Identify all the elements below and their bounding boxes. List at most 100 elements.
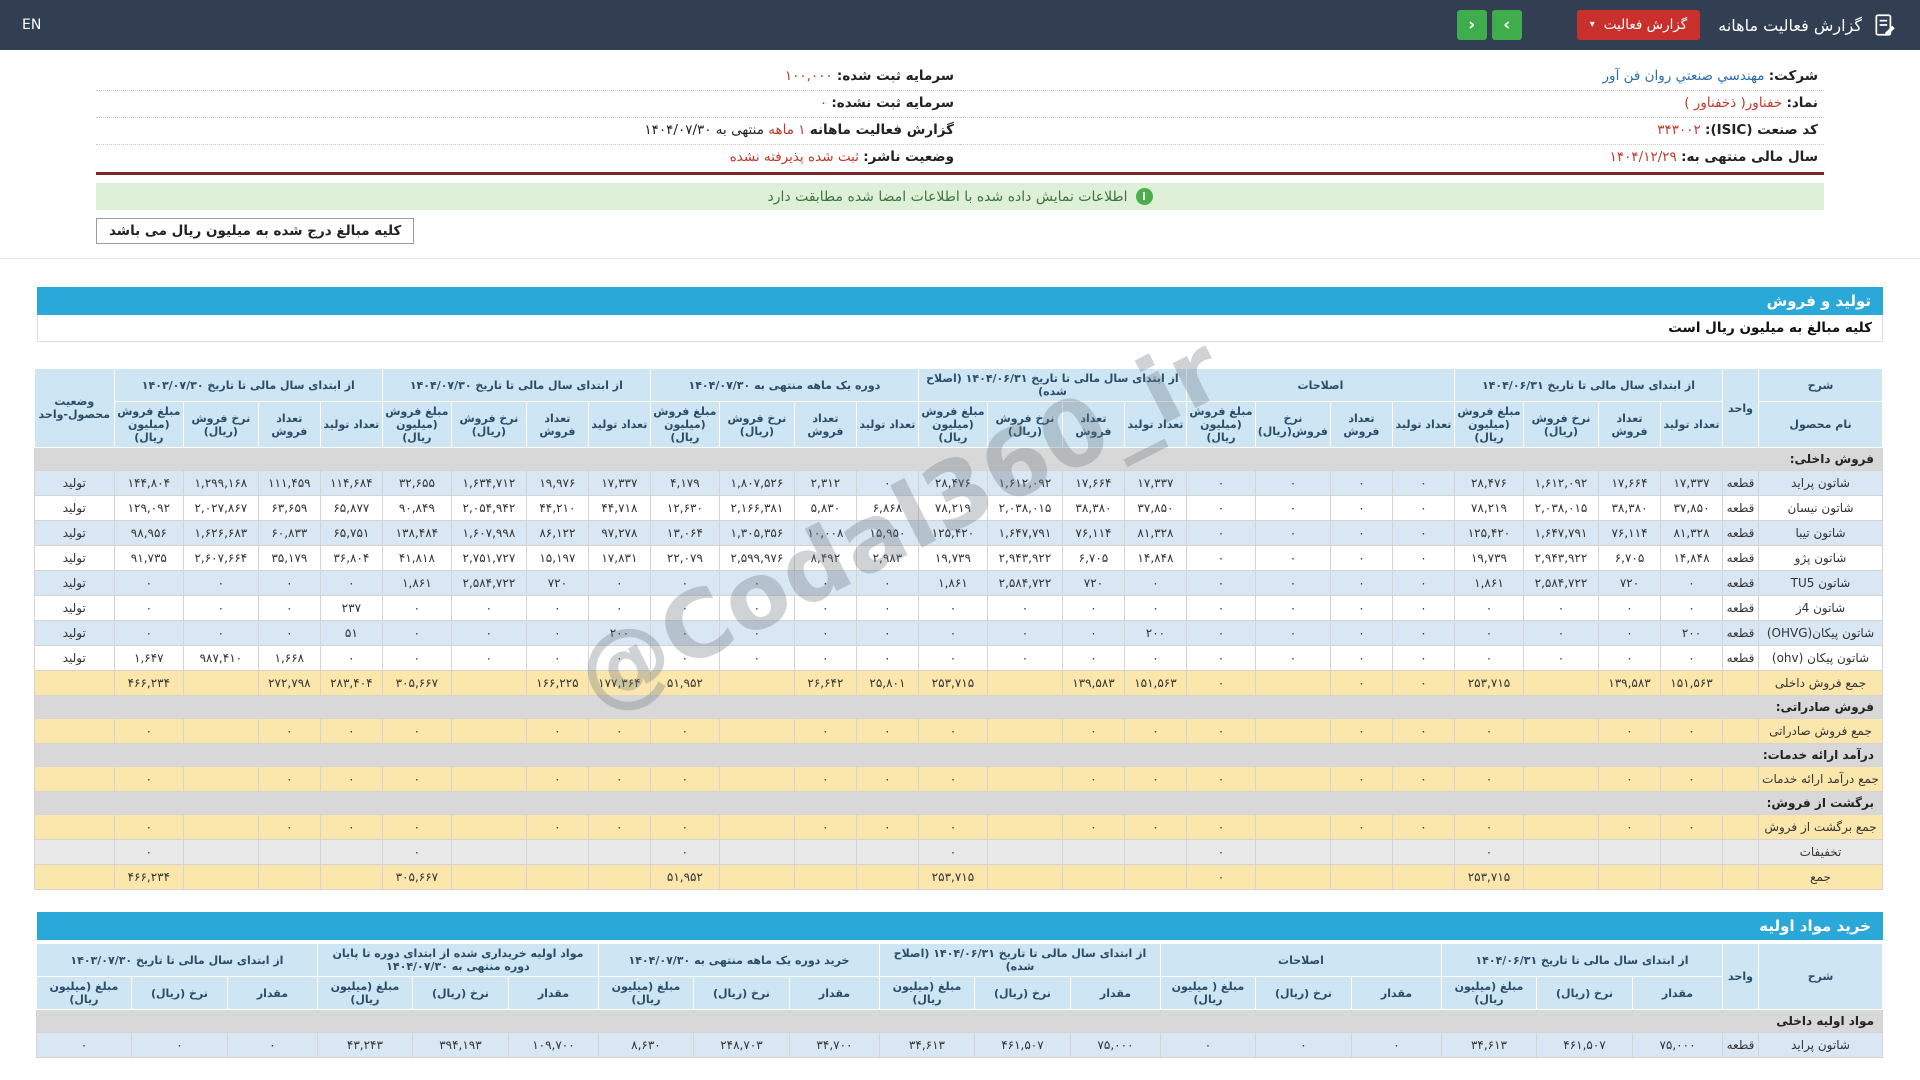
value-cell: [793, 864, 857, 890]
period-group-header: از ابتدای سال مالی تا تاریخ ۱۴۰۴/۰۶/۳۱ (…: [878, 943, 1161, 977]
value-cell: ۱۲۵,۴۲۰: [1453, 520, 1525, 546]
value-cell: ۳۴,۶۱۳: [878, 1032, 975, 1058]
value-cell: [986, 766, 1063, 792]
table-row: شاتون پیکان(OHVG) قطعه ۲۰۰ ۰ ۰ ۰ ۰ ۰ ۰ ۰ ۲۰۰ ۰ ۰ ۰ ۰ ۰ ۰…: [33, 620, 1883, 646]
value-cell: ۰: [35, 1032, 132, 1058]
sub-column-header: تعداد تولید: [1123, 401, 1187, 448]
value-cell: [1329, 864, 1393, 890]
value-cell: ۰: [1453, 620, 1525, 646]
sub-column-header: نرخ فروش (ریال): [718, 401, 795, 448]
nav-back-button[interactable]: ‹: [1456, 10, 1487, 40]
value-cell: ۰: [649, 766, 720, 792]
value-cell: ۲۶,۶۴۲: [793, 670, 857, 696]
value-cell: ۶۳,۶۵۹: [257, 495, 321, 521]
language-toggle[interactable]: EN: [22, 17, 41, 33]
value-cell: ۰: [1329, 470, 1393, 496]
value-cell: [182, 814, 259, 840]
value-cell: ۰: [1391, 670, 1455, 696]
value-cell: ۱۳۸,۴۸۴: [381, 520, 452, 546]
value-cell: ۰: [855, 620, 919, 646]
nav-forward-button[interactable]: ›: [1491, 10, 1522, 40]
value-cell: ۰: [1391, 495, 1455, 521]
sub-column-header: تعداد فروش: [257, 401, 321, 448]
info-icon: i: [1135, 188, 1153, 205]
value-cell: ۰: [649, 814, 720, 840]
period-group-header: اصلاحات: [1185, 368, 1455, 402]
sub-column-header: مبلغ فروش (میلیون ریال): [113, 401, 184, 448]
sub-column-header: مبلغ (میلیون ریال): [316, 976, 413, 1010]
value-cell: [182, 718, 259, 744]
value-cell: ۰: [855, 470, 919, 496]
value-cell: ۰: [381, 645, 452, 671]
value-cell: ۰: [718, 570, 795, 596]
section-label-cell: مواد اولیه داخلی: [35, 1009, 1884, 1033]
value-cell: [1254, 814, 1331, 840]
value-cell: ۰: [1391, 595, 1455, 621]
sub-column-header: مبلغ فروش (میلیون ریال): [1185, 401, 1256, 448]
company-info-row: شرکت: مهندسي صنعتي روان فن آور: [960, 64, 1824, 91]
value-cell: ۱,۳۰۵,۳۵۶: [718, 520, 795, 546]
info-value: ۳۴۳۰۰۲: [1657, 122, 1701, 138]
unit-cell: قطعه: [1722, 570, 1759, 596]
sub-column-header: نرخ فروش(ریال): [1254, 401, 1331, 448]
report-type-button[interactable]: گزارش فعالیت ▾: [1576, 10, 1701, 40]
value-cell: ۰: [587, 570, 651, 596]
period-group-header: از ابتدای سال مالی تا تاریخ ۱۴۰۳/۰۷/۳۰: [35, 943, 318, 977]
value-cell: ۰: [1061, 814, 1125, 840]
value-cell: ۰: [257, 814, 321, 840]
product-name-cell: شاتون پیکان(OHVG): [1758, 620, 1883, 646]
company-info-row: سال مالی منتهی به: ۱۴۰۴/۱۲/۲۹: [1609, 149, 1818, 165]
value-cell: ۰: [1391, 570, 1455, 596]
value-cell: ۲۰۰: [1660, 620, 1723, 646]
value-cell: ۳۰۵,۶۶۷: [381, 670, 452, 696]
value-cell: ۰: [525, 620, 589, 646]
status-cell: تولید: [33, 495, 115, 521]
info-value: ۱ ماهه: [768, 122, 806, 138]
value-cell: ۰: [525, 595, 589, 621]
period-group-header: از ابتدای سال مالی تا تاریخ ۱۴۰۴/۰۶/۳۱ (…: [917, 368, 1187, 402]
row-label-cell: جمع فروش صادراتی: [1758, 718, 1883, 744]
value-cell: [450, 766, 527, 792]
unit-column-header: واحد: [1722, 943, 1759, 1010]
value-cell: ۰: [1185, 595, 1256, 621]
value-cell: ۰: [1185, 839, 1256, 865]
company-name-link[interactable]: مهندسي صنعتي روان فن آور: [1603, 68, 1765, 84]
value-cell: ۰: [1123, 595, 1187, 621]
value-cell: [1391, 864, 1455, 890]
value-cell: ۸,۶۳۰: [597, 1032, 694, 1058]
value-cell: [986, 814, 1063, 840]
value-cell: ۰: [1123, 645, 1187, 671]
value-cell: ۲۸۳,۴۰۴: [319, 670, 383, 696]
table-row: جمع درآمد ارائه خدمات ۰ ۰ ۰ ۰ ۰ ۰ ۰ ۰ ۰ ۰ ۰ ۰ ۰ ۰ ۰ ۰ ۰ ۰: [33, 766, 1883, 792]
value-cell: ۰: [319, 814, 383, 840]
sub-column-header: تعداد فروش: [793, 401, 857, 448]
value-cell: [718, 864, 795, 890]
value-cell: ۰: [381, 814, 452, 840]
sub-column-header: مبلغ فروش (میلیون ریال): [649, 401, 720, 448]
unit-cell: قطعه: [1722, 495, 1759, 521]
value-cell: ۰: [587, 766, 651, 792]
value-cell: ۶,۸۶۸: [855, 495, 919, 521]
product-name-cell: شاتون نیسان: [1758, 495, 1883, 521]
value-cell: ۶۵,۸۷۷: [319, 495, 383, 521]
value-cell: ۰: [587, 814, 651, 840]
value-cell: ۴۶۱,۵۰۷: [973, 1032, 1071, 1058]
sub-column-header: مبلغ فروش (میلیون ریال): [917, 401, 988, 448]
value-cell: ۰: [1391, 470, 1455, 496]
product-name-cell: شاتون TU5: [1758, 570, 1883, 596]
value-cell: ۹۷,۲۷۸: [587, 520, 651, 546]
value-cell: ۰: [649, 645, 720, 671]
value-cell: ۷۵,۰۰۰: [1632, 1032, 1723, 1058]
value-cell: ۶,۷۰۵: [1061, 545, 1125, 571]
value-cell: ۰: [855, 570, 919, 596]
value-cell: ۱۹,۷۳۹: [917, 545, 988, 571]
value-cell: ۰: [855, 814, 919, 840]
value-cell: ۱۲۹,۰۹۲: [113, 495, 184, 521]
value-cell: ۰: [1185, 718, 1256, 744]
value-cell: ۰: [182, 620, 259, 646]
sub-column-header: مقدار: [1632, 976, 1723, 1010]
status-cell: [33, 670, 115, 696]
value-cell: ۰: [1329, 645, 1393, 671]
value-cell: ۰: [1254, 545, 1331, 571]
sub-column-header: مقدار: [507, 976, 599, 1010]
